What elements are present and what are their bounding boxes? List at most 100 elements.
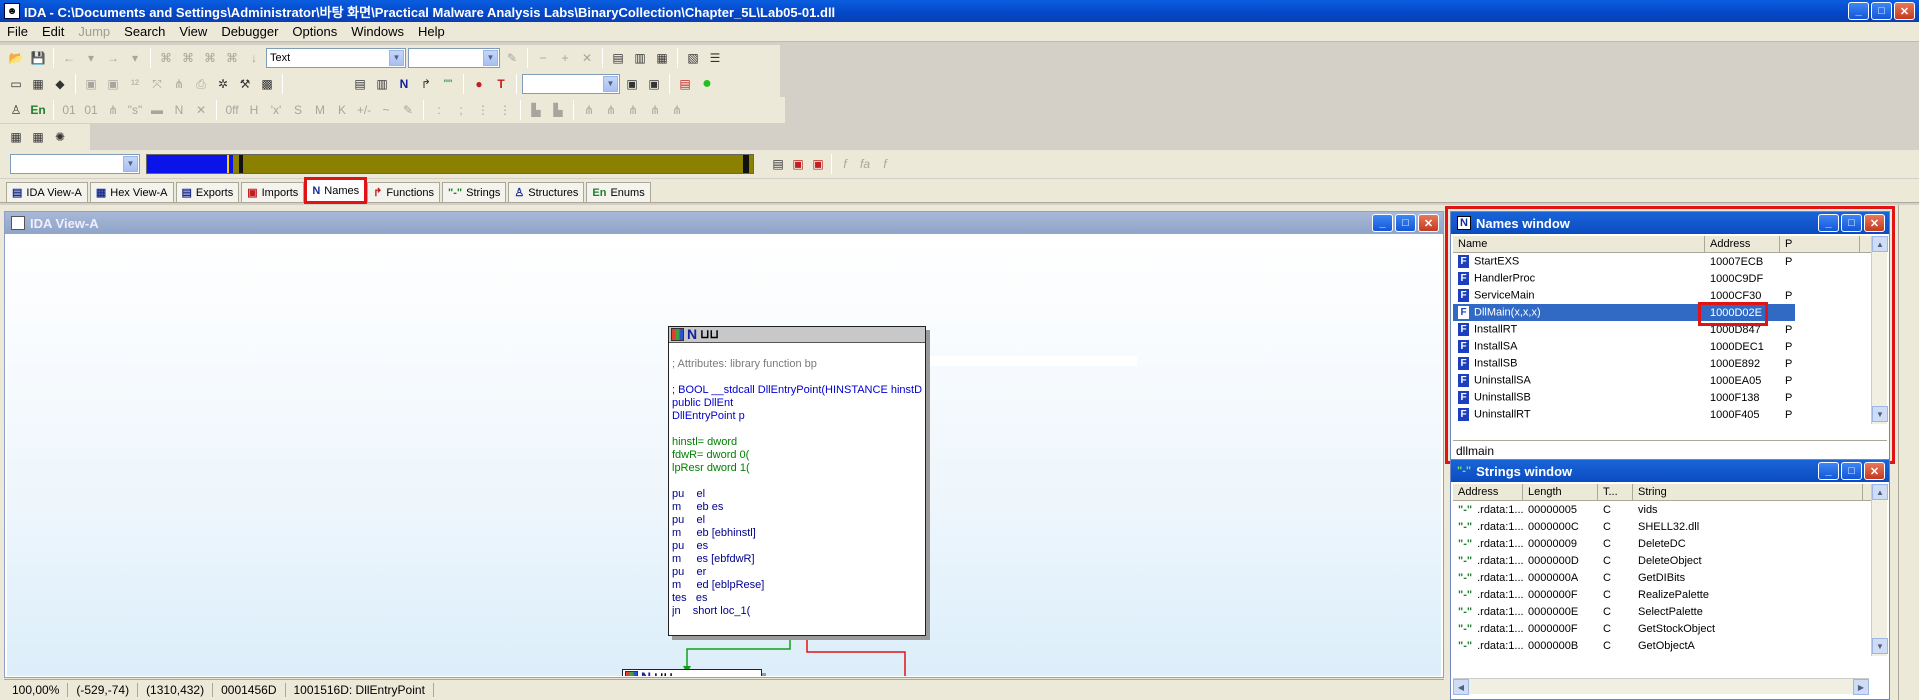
flow-chart-two-icon[interactable]: ⋔ [601, 100, 621, 120]
close-button[interactable]: ✕ [1418, 214, 1439, 232]
column-header-type[interactable]: T... [1598, 483, 1633, 501]
binoculars-next-icon[interactable]: ⌘ [178, 48, 198, 68]
navigation-strip[interactable] [146, 154, 754, 174]
string-dim-icon[interactable]: "s" [125, 100, 145, 120]
table-row[interactable]: F StartEXS 10007ECB P [1453, 253, 1887, 270]
function-block-node[interactable]: N ⊔⊔ ; Attributes: library function bp ;… [668, 326, 926, 636]
menu-windows[interactable]: Windows [344, 24, 411, 39]
grid-icon[interactable]: ▦ [28, 127, 48, 147]
close-button[interactable]: ✕ [1864, 462, 1885, 480]
maximize-button[interactable]: □ [1841, 214, 1862, 232]
table-row[interactable]: "-" .rdata:1... 0000000F C RealizePalette [1453, 586, 1887, 603]
forward-icon[interactable]: → [103, 48, 123, 68]
wrench-icon[interactable]: ⚒ [235, 74, 255, 94]
tab-structures[interactable]: ♙ Structures [508, 182, 585, 202]
table-row[interactable]: F UninstallRT 1000F405 P [1453, 406, 1887, 423]
string-icon[interactable]: "" [438, 74, 458, 94]
tab-strings[interactable]: "-" Strings [442, 182, 507, 202]
successor-block-node[interactable]: N ⊔⊔ [622, 669, 762, 676]
function-end-icon[interactable]: f [875, 154, 895, 174]
column-header-address[interactable]: Address [1453, 483, 1523, 501]
cascade-windows-icon[interactable]: ▤ [608, 48, 628, 68]
flow-chart-icon[interactable]: ⋔ [579, 100, 599, 120]
scroll-down-icon[interactable]: ▼ [1872, 406, 1888, 422]
xref-icon[interactable]: ⤧ [147, 74, 167, 94]
mdi-scrollbar[interactable] [1898, 205, 1919, 700]
segment-red-icon[interactable]: ▣ [788, 154, 808, 174]
binary-code-icon[interactable]: 01 [59, 100, 79, 120]
menu-help[interactable]: Help [411, 24, 452, 39]
table-row[interactable]: "-" .rdata:1... 0000000F C GetStockObject [1453, 620, 1887, 637]
dash-icon[interactable]: ▬ [147, 100, 167, 120]
number-icon[interactable]: ¹² [125, 74, 145, 94]
column-header-public[interactable]: P [1780, 235, 1860, 253]
char-icon[interactable]: 'x' [266, 100, 286, 120]
undefine-icon[interactable]: ✕ [191, 100, 211, 120]
dropdown-icon[interactable]: ▾ [125, 48, 145, 68]
name-n-icon[interactable]: N [394, 74, 414, 94]
minus-icon[interactable]: − [533, 48, 553, 68]
names-scrollbar[interactable]: ▲ ▼ [1871, 236, 1888, 424]
table-row[interactable]: "-" .rdata:1... 0000000B C GetObjectA [1453, 637, 1887, 654]
tree-icon[interactable]: ⋔ [169, 74, 189, 94]
secondary-combo[interactable]: ▼ [408, 48, 500, 68]
names-filter-input[interactable]: dllmain [1453, 440, 1887, 460]
close-button[interactable]: ✕ [1864, 214, 1885, 232]
graph-view-icon[interactable]: ▦ [28, 74, 48, 94]
cross-icon[interactable]: ✕ [577, 48, 597, 68]
table-row[interactable]: "-" .rdata:1... 00000009 C DeleteDC [1453, 535, 1887, 552]
constant-icon[interactable]: K [332, 100, 352, 120]
table-row[interactable]: F InstallSB 1000E892 P [1453, 355, 1887, 372]
tab-ida-view[interactable]: ▤ IDA View-A [6, 182, 88, 202]
table-row[interactable]: F UninstallSA 1000EA05 P [1453, 372, 1887, 389]
negate-icon[interactable]: +/- [354, 100, 374, 120]
colon-icon[interactable]: : [429, 100, 449, 120]
table-row[interactable]: F HandlerProc 1000C9DF [1453, 270, 1887, 287]
back-icon[interactable]: ← [59, 48, 79, 68]
minimize-button[interactable]: _ [1818, 214, 1839, 232]
tile-horizontal-icon[interactable]: ▥ [630, 48, 650, 68]
breakpoint-icon[interactable]: ● [469, 74, 489, 94]
binary-data-icon[interactable]: 01 [81, 100, 101, 120]
xref-graph-icon[interactable]: ⋔ [645, 100, 665, 120]
struct-edit-icon[interactable]: ▥ [372, 74, 392, 94]
chart-two-icon[interactable]: ▙ [548, 100, 568, 120]
color-grid-icon[interactable]: ▩ [257, 74, 277, 94]
scroll-left-icon[interactable]: ◀ [1453, 679, 1469, 695]
table-row[interactable]: "-" .rdata:1... 0000000C C SHELL32.dll [1453, 518, 1887, 535]
scroll-right-icon[interactable]: ▶ [1853, 679, 1869, 695]
cross-ref-icon[interactable]: ▤ [768, 154, 788, 174]
edit-icon[interactable]: ✎ [398, 100, 418, 120]
function-edit-icon[interactable]: fa [855, 154, 875, 174]
call-graph-icon[interactable]: ⋔ [623, 100, 643, 120]
minimize-button[interactable]: _ [1372, 214, 1393, 232]
strings-scrollbar[interactable]: ▲ ▼ [1871, 484, 1888, 656]
gear-icon[interactable]: ✲ [213, 74, 233, 94]
scroll-up-icon[interactable]: ▲ [1872, 236, 1888, 252]
arrange-icon[interactable]: ▧ [683, 48, 703, 68]
navigation-combo[interactable]: ▼ [10, 154, 140, 174]
maximize-button[interactable]: □ [1871, 2, 1892, 20]
diamond-icon[interactable]: ◆ [50, 74, 70, 94]
column-header-string[interactable]: String [1633, 483, 1863, 501]
jump-down-icon[interactable]: ↓ [244, 48, 264, 68]
save-icon[interactable]: 💾 [28, 48, 48, 68]
graph-canvas[interactable]: N ⊔⊔ ; Attributes: library function bp ;… [7, 236, 1441, 676]
struct-icon[interactable]: ▤ [350, 74, 370, 94]
scroll-up-icon[interactable]: ▲ [1872, 484, 1888, 500]
tab-names[interactable]: N Names [304, 177, 368, 204]
table-row[interactable]: F InstallRT 1000D847 P [1453, 321, 1887, 338]
table-row[interactable]: F InstallSA 1000DEC1 P [1453, 338, 1887, 355]
tab-enums[interactable]: En Enums [586, 182, 651, 202]
enum-en-icon[interactable]: En [28, 100, 48, 120]
minimize-button[interactable]: _ [1848, 2, 1869, 20]
menu-debugger[interactable]: Debugger [214, 24, 285, 39]
table-row[interactable]: "-" .rdata:1... 0000000A C GetDIBits [1453, 569, 1887, 586]
table-row[interactable]: F UninstallSB 1000F138 P [1453, 389, 1887, 406]
function-f-icon[interactable]: f [835, 154, 855, 174]
pen-icon[interactable]: ✎ [502, 48, 522, 68]
hierarchy-icon[interactable]: ⋔ [103, 100, 123, 120]
green-light-icon[interactable]: ● [697, 74, 717, 94]
column-header-length[interactable]: Length [1523, 483, 1598, 501]
menu-edit[interactable]: Edit [35, 24, 71, 39]
